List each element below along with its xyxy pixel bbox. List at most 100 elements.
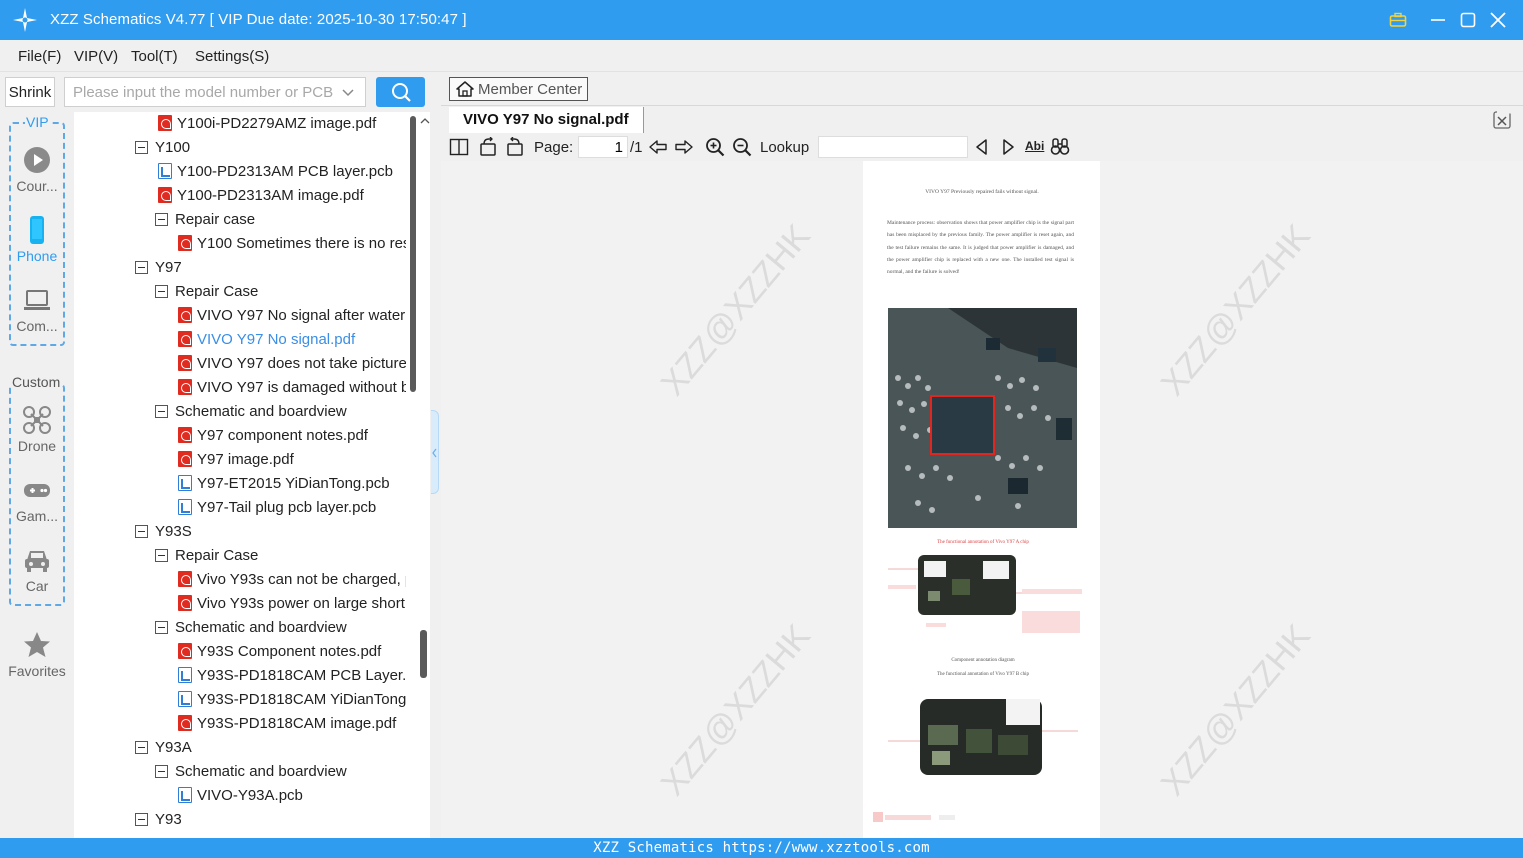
member-center-button[interactable]: Member Center — [449, 77, 588, 101]
menu-vip[interactable]: VIP(V) — [74, 48, 118, 65]
tree-item[interactable]: Y93S-PD1818CAM image.pdf — [178, 713, 396, 735]
collapse-panel-handle[interactable] — [431, 410, 439, 494]
menu-tool[interactable]: Tool(T) — [131, 48, 178, 65]
find-previous-icon[interactable] — [972, 137, 992, 157]
divider — [441, 105, 1523, 106]
rotate-right-icon[interactable] — [505, 137, 525, 157]
tree-item[interactable]: Y93S-PD1818CAM YiDianTong.| — [178, 689, 414, 711]
collapse-toggle-icon[interactable] — [135, 741, 148, 754]
match-case-button[interactable]: Abi — [1025, 139, 1044, 153]
tree-item[interactable]: Y97 component notes.pdf — [178, 425, 368, 447]
collapse-toggle-icon[interactable] — [155, 765, 168, 778]
zoom-out-icon[interactable] — [732, 137, 752, 157]
menu-file[interactable]: File(F) — [18, 48, 61, 65]
tree-folder[interactable]: Schematic and boardview — [155, 401, 347, 423]
next-page-arrow-icon[interactable] — [674, 137, 694, 157]
close-tab-icon[interactable] — [1492, 110, 1512, 130]
pcb-file-icon — [178, 499, 192, 515]
tree-item[interactable]: Y97 image.pdf — [178, 449, 294, 471]
tree-item[interactable]: Y97-Tail plug pcb layer.pcb — [178, 497, 376, 519]
pdf-body-text: Maintenance process: observation shows t… — [887, 220, 1074, 276]
panel-splitter[interactable] — [430, 72, 440, 838]
tree-item[interactable]: VIVO Y97 does not take pictures — [178, 353, 414, 375]
pdf-file-icon — [178, 235, 192, 251]
lookup-input[interactable] — [818, 136, 968, 158]
collapse-toggle-icon[interactable] — [155, 285, 168, 298]
document-tab[interactable]: VIVO Y97 No signal.pdf — [449, 107, 644, 133]
tree-item[interactable]: VIVO-Y93A.pcb — [178, 785, 303, 807]
tree-folder[interactable]: Repair Case — [155, 545, 258, 567]
collapse-toggle-icon[interactable] — [155, 549, 168, 562]
pdf-file-icon — [178, 571, 192, 587]
collapse-toggle-icon[interactable] — [155, 621, 168, 634]
category-courses[interactable]: Cour... — [0, 145, 74, 194]
tree-item[interactable]: Y100-PD2313AM image.pdf — [158, 185, 364, 207]
two-page-view-icon[interactable] — [449, 137, 469, 157]
file-tree[interactable]: Y100i-PD2279AMZ image.pdf Y100 Y100-PD23… — [74, 112, 430, 838]
previous-page-arrow-icon[interactable] — [648, 137, 668, 157]
page-number-input[interactable] — [578, 136, 628, 158]
find-next-icon[interactable] — [998, 137, 1018, 157]
pdf-file-icon — [178, 643, 192, 659]
tree-folder[interactable]: Repair case — [155, 209, 255, 231]
page-label: Page: — [534, 139, 574, 156]
tree-item[interactable]: Vivo Y93s can not be charged, p — [178, 569, 413, 591]
binoculars-icon[interactable] — [1050, 137, 1070, 157]
collapse-toggle-icon[interactable] — [155, 213, 168, 226]
tree-folder[interactable]: Repair Case — [155, 281, 258, 303]
home-icon — [456, 81, 474, 97]
collapse-toggle-icon[interactable] — [135, 141, 148, 154]
vip-briefcase-icon[interactable] — [1386, 8, 1410, 32]
tree-folder[interactable]: Y93S — [135, 521, 192, 543]
tree-folder[interactable]: Y93 — [135, 809, 182, 831]
menu-settings[interactable]: Settings(S) — [195, 48, 269, 65]
pcb-repair-photo — [888, 308, 1077, 528]
laptop-icon — [24, 290, 50, 310]
pdf-file-icon — [178, 451, 192, 467]
search-combobox[interactable] — [64, 77, 366, 107]
collapse-toggle-icon[interactable] — [155, 405, 168, 418]
tree-folder[interactable]: Y93A — [135, 737, 192, 759]
pcb-file-icon — [178, 787, 192, 803]
pdf-page: VIVO Y97 Previously repaired fails witho… — [863, 161, 1100, 838]
category-car[interactable]: Car — [0, 545, 74, 594]
category-games[interactable]: Gam... — [0, 475, 74, 524]
tree-item[interactable]: Y100 Sometimes there is no resp — [178, 233, 414, 255]
category-computer[interactable]: Com... — [0, 285, 74, 334]
window-title: XZZ Schematics V4.77 [ VIP Due date: 202… — [50, 11, 467, 28]
app-logo-icon — [13, 8, 37, 32]
category-favorites[interactable]: Favorites — [0, 630, 74, 679]
tree-item[interactable]: Y93S Component notes.pdf — [178, 641, 381, 663]
category-drone[interactable]: Drone — [0, 405, 74, 454]
chevron-down-icon[interactable] — [341, 85, 355, 99]
tree-scrollbar-thumb[interactable] — [410, 116, 416, 392]
collapse-toggle-icon[interactable] — [135, 261, 148, 274]
pdf-viewer[interactable]: XZZ@XZZHK XZZ@XZZHK XZZ@XZZHK XZZ@XZZHK … — [441, 161, 1523, 838]
scroll-up-arrow-icon[interactable] — [420, 116, 430, 126]
shrink-button[interactable]: Shrink — [5, 77, 55, 107]
lookup-label: Lookup — [760, 139, 810, 156]
minimize-button[interactable] — [1426, 8, 1450, 32]
tree-item[interactable]: Y100-PD2313AM PCB layer.pcb — [158, 161, 393, 183]
collapse-toggle-icon[interactable] — [135, 525, 148, 538]
tree-item[interactable]: Y100i-PD2279AMZ image.pdf — [158, 113, 376, 135]
tree-item[interactable]: Y93S-PD1818CAM PCB Layer.pc — [178, 665, 414, 687]
category-phone[interactable]: Phone — [0, 215, 74, 264]
tree-item[interactable]: VIVO Y97 No signal after water i — [178, 305, 413, 327]
tree-item[interactable]: Vivo Y93s power on large short — [178, 593, 405, 615]
tree-item[interactable]: Y97-ET2015 YiDianTong.pcb — [178, 473, 390, 495]
close-button[interactable] — [1486, 8, 1510, 32]
tree-folder[interactable]: Schematic and boardview — [155, 761, 347, 783]
zoom-in-icon[interactable] — [705, 137, 725, 157]
collapse-toggle-icon[interactable] — [135, 813, 148, 826]
search-button[interactable] — [376, 77, 425, 107]
tree-folder[interactable]: Schematic and boardview — [155, 617, 347, 639]
maximize-button[interactable] — [1456, 8, 1480, 32]
rotate-left-icon[interactable] — [478, 137, 498, 157]
tree-item[interactable]: VIVO Y97 is damaged without b — [178, 377, 409, 399]
search-input[interactable] — [65, 78, 335, 106]
tree-folder[interactable]: Y100 — [135, 137, 190, 159]
tree-folder[interactable]: Y97 — [135, 257, 182, 279]
tree-item-selected[interactable]: VIVO Y97 No signal.pdf — [178, 329, 355, 351]
tree-secondary-scrollbar[interactable] — [420, 630, 427, 678]
